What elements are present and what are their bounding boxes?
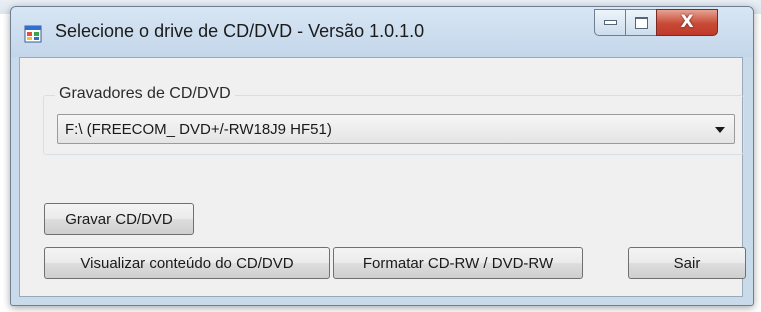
app-window-icon (24, 25, 42, 43)
view-contents-button[interactable]: Visualizar conteúdo do CD/DVD (44, 247, 330, 279)
drives-group-label: Gravadores de CD/DVD (55, 85, 235, 103)
dropdown-arrow-icon[interactable] (715, 127, 725, 133)
title-bar[interactable]: Selecione o drive de CD/DVD - Versão 1.0… (11, 7, 753, 57)
maximize-icon (634, 16, 648, 29)
burn-button[interactable]: Gravar CD/DVD (44, 203, 194, 235)
close-icon: X (680, 12, 694, 32)
window-title: Selecione o drive de CD/DVD - Versão 1.0… (55, 21, 425, 41)
maximize-button[interactable] (625, 9, 657, 36)
exit-button[interactable]: Sair (628, 247, 746, 279)
minimize-button[interactable] (594, 9, 626, 36)
drive-select-value: F:\ (FREECOM_ DVD+/-RW18J9 HF51) (65, 121, 332, 138)
format-button[interactable]: Formatar CD-RW / DVD-RW (333, 247, 583, 279)
close-button[interactable]: X (656, 9, 718, 36)
drive-select[interactable]: F:\ (FREECOM_ DVD+/-RW18J9 HF51) (57, 114, 735, 144)
dialog-client-area: Gravadores de CD/DVD F:\ (FREECOM_ DVD+/… (19, 57, 746, 297)
minimize-icon (603, 20, 617, 25)
dialog-window: Selecione o drive de CD/DVD - Versão 1.0… (10, 6, 754, 306)
